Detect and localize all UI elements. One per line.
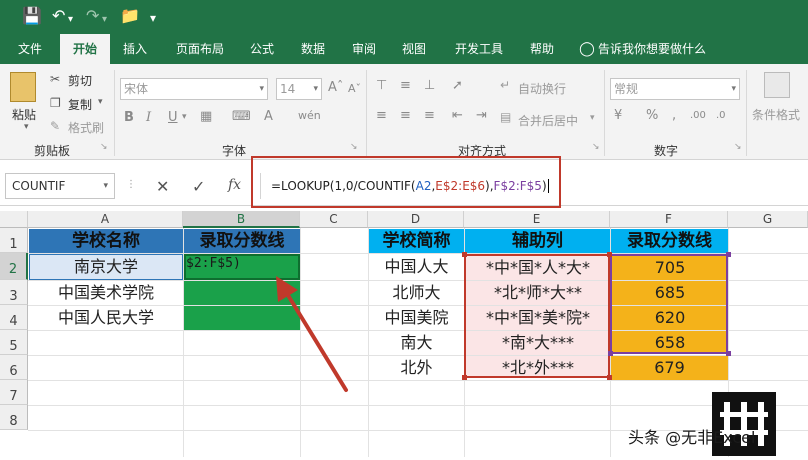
annotation-arrow <box>276 276 348 392</box>
watermark-text: 头条 @无非Excel <box>628 428 756 447</box>
